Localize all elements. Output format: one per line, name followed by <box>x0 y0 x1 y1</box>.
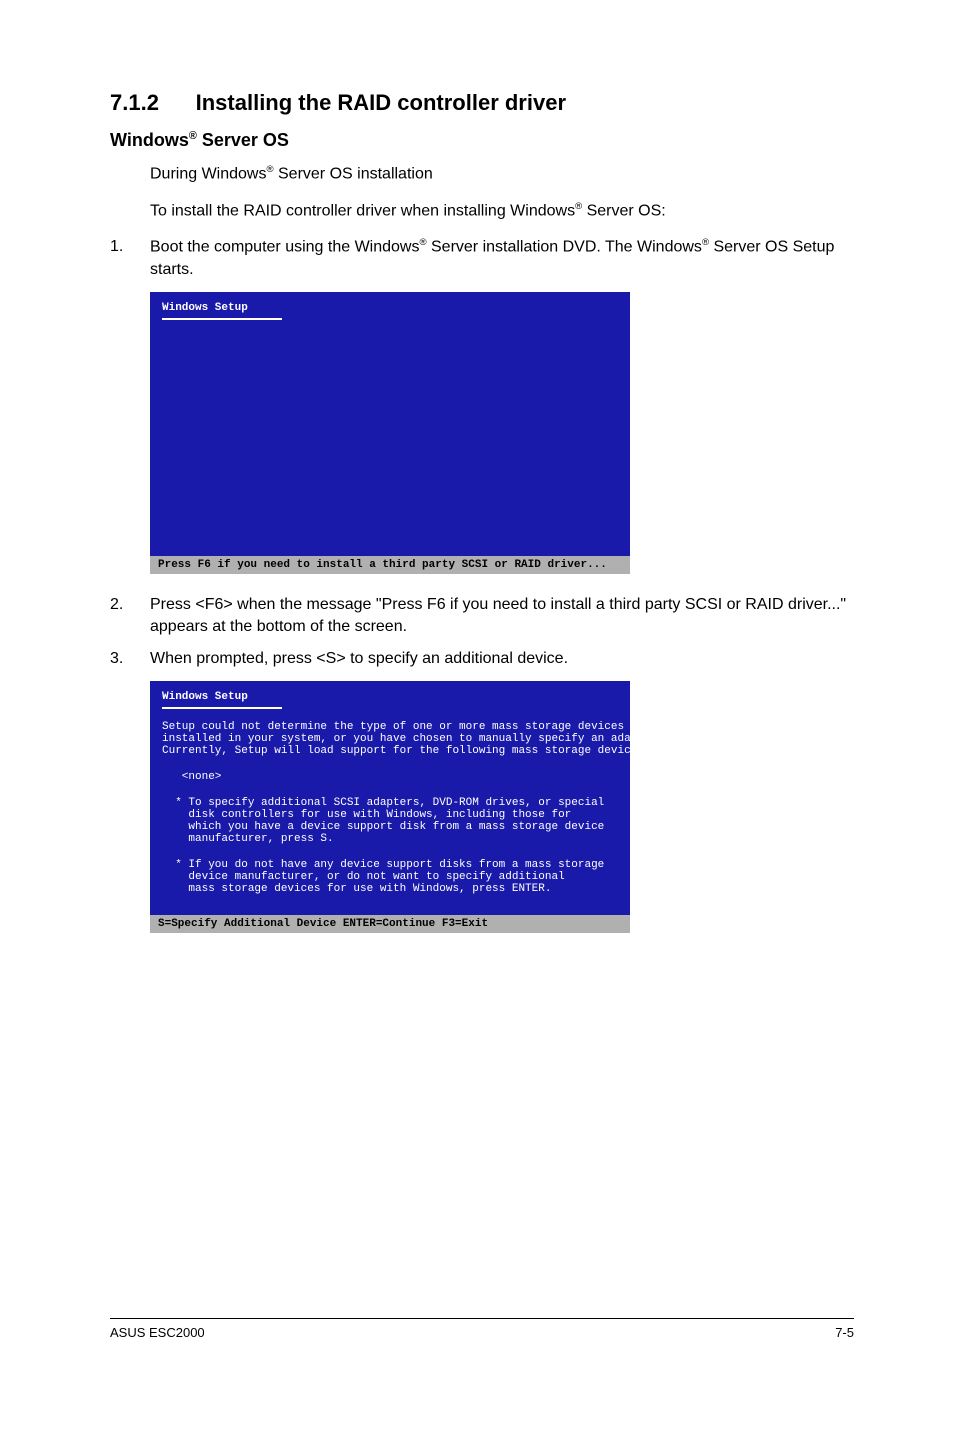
registered-icon: ® <box>702 237 709 248</box>
registered-icon: ® <box>189 130 197 142</box>
screenshot-title: Windows Setup <box>162 691 248 705</box>
page-footer: ASUS ESC2000 7-5 <box>110 1318 854 1340</box>
step-text: Press <F6> when the message "Press F6 if… <box>150 594 854 639</box>
screenshot-text: Currently, Setup will load support for t… <box>162 745 618 757</box>
screenshot-windows-setup-1: Windows Setup Press F6 if you need to in… <box>150 292 630 574</box>
spacer <box>162 783 618 797</box>
blank-area <box>162 326 618 546</box>
registered-icon: ® <box>419 237 426 248</box>
text-fragment: Boot the computer using the Windows <box>150 239 419 256</box>
section-title: Installing the RAID controller driver <box>196 90 566 115</box>
screenshot-text: installed in your system, or you have ch… <box>162 733 618 745</box>
step-text: When prompted, press <S> to specify an a… <box>150 648 854 670</box>
screenshot-body: Windows Setup Setup could not determine … <box>150 681 630 915</box>
screenshot-text: which you have a device support disk fro… <box>162 821 618 833</box>
step-2: 2. Press <F6> when the message "Press F6… <box>110 594 854 639</box>
step-1: 1. Boot the computer using the Windows® … <box>110 236 854 281</box>
step-text: Boot the computer using the Windows® Ser… <box>150 236 854 281</box>
subheading: Windows® Server OS <box>110 130 854 151</box>
screenshot-text: device manufacturer, or do not want to s… <box>162 871 618 883</box>
screenshot-text: disk controllers for use with Windows, i… <box>162 809 618 821</box>
screenshot-footer: Press F6 if you need to install a third … <box>150 556 630 574</box>
step-number: 1. <box>110 236 150 281</box>
screenshot-footer: S=Specify Additional Device ENTER=Contin… <box>150 915 630 933</box>
registered-icon: ® <box>266 164 273 175</box>
intro-line-2: To install the RAID controller driver wh… <box>150 200 854 223</box>
screenshot-body: Windows Setup <box>150 292 630 556</box>
screenshot-text: mass storage devices for use with Window… <box>162 883 618 895</box>
subheading-prefix: Windows <box>110 130 189 150</box>
text-fragment: To install the RAID controller driver wh… <box>150 202 575 219</box>
footer-right: 7-5 <box>835 1325 854 1340</box>
step-3: 3. When prompted, press <S> to specify a… <box>110 648 854 670</box>
intro-line-1: During Windows® Server OS installation <box>150 163 854 186</box>
subheading-suffix: Server OS <box>197 130 289 150</box>
screenshot-text: * To specify additional SCSI adapters, D… <box>162 797 618 809</box>
spacer <box>162 757 618 771</box>
screenshot-text: * If you do not have any device support … <box>162 859 618 871</box>
section-heading: 7.1.2 Installing the RAID controller dri… <box>110 90 854 116</box>
screenshot-text: <none> <box>162 771 618 783</box>
footer-left: ASUS ESC2000 <box>110 1325 205 1340</box>
spacer <box>162 895 618 905</box>
section-number: 7.1.2 <box>110 90 159 115</box>
screenshot-text: manufacturer, press S. <box>162 833 618 845</box>
screenshot-windows-setup-2: Windows Setup Setup could not determine … <box>150 681 630 933</box>
text-fragment: Server installation DVD. The Windows <box>427 239 702 256</box>
text-fragment: During Windows <box>150 165 266 182</box>
text-fragment: Server OS: <box>582 202 666 219</box>
text-fragment: Server OS installation <box>274 165 433 182</box>
step-number: 3. <box>110 648 150 670</box>
spacer <box>162 845 618 859</box>
step-number: 2. <box>110 594 150 639</box>
screenshot-title: Windows Setup <box>162 302 248 316</box>
divider <box>162 318 282 320</box>
divider <box>162 707 282 709</box>
screenshot-text: Setup could not determine the type of on… <box>162 721 618 733</box>
